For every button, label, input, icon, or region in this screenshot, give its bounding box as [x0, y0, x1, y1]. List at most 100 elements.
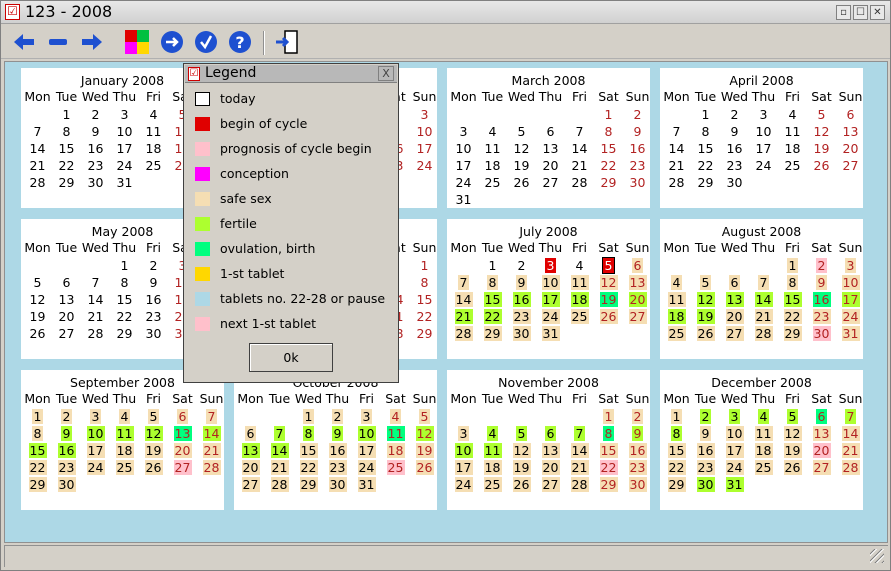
day-cell[interactable]: 11 [115, 426, 134, 441]
day-cell[interactable]: 7 [845, 409, 856, 424]
day-cell[interactable]: 20 [541, 460, 560, 475]
day-cell[interactable]: 16 [328, 443, 347, 458]
day-cell[interactable]: 20 [842, 141, 860, 156]
day-cell[interactable]: 24 [841, 309, 860, 324]
day-cell[interactable]: 8 [32, 426, 43, 441]
day-cell[interactable]: 31 [357, 477, 376, 492]
day-cell[interactable]: 12 [696, 292, 715, 307]
day-cell[interactable]: 18 [483, 460, 502, 475]
day-cell[interactable]: 8 [603, 426, 614, 441]
day-cell[interactable]: 24 [416, 158, 434, 173]
day-cell[interactable]: 10 [416, 124, 434, 139]
day-cell[interactable]: 23 [812, 309, 831, 324]
day-cell[interactable]: 10 [725, 426, 744, 441]
day-cell[interactable]: 24 [541, 309, 560, 324]
day-cell[interactable]: 22 [116, 309, 134, 324]
day-cell[interactable]: 19 [415, 443, 434, 458]
day-cell[interactable]: 14 [571, 141, 589, 156]
day-cell[interactable]: 16 [629, 141, 647, 156]
day-cell[interactable]: 17 [86, 443, 105, 458]
day-cell[interactable]: 16 [696, 443, 715, 458]
resize-grip-icon[interactable] [870, 549, 884, 563]
day-cell[interactable]: 17 [841, 292, 860, 307]
day-cell[interactable]: 14 [841, 426, 860, 441]
check-circle-icon[interactable] [193, 29, 219, 55]
day-cell[interactable]: 28 [270, 477, 289, 492]
day-cell[interactable]: 22 [28, 460, 47, 475]
day-cell[interactable]: 1 [700, 107, 711, 122]
day-cell[interactable]: 16 [628, 443, 647, 458]
day-cell[interactable]: 31 [455, 192, 473, 207]
day-cell[interactable]: 4 [671, 275, 682, 290]
day-cell[interactable]: 3 [458, 124, 469, 139]
day-cell[interactable]: 10 [86, 426, 105, 441]
day-cell[interactable]: 30 [812, 326, 831, 341]
day-cell[interactable]: 28 [202, 460, 221, 475]
day-cell[interactable]: 3 [458, 426, 469, 441]
day-cell[interactable]: 7 [758, 275, 769, 290]
day-cell[interactable]: 16 [57, 443, 76, 458]
day-cell[interactable]: 11 [145, 124, 163, 139]
day-cell[interactable]: 22 [667, 460, 686, 475]
day-cell[interactable]: 16 [87, 141, 105, 156]
day-cell[interactable]: 30 [628, 477, 647, 492]
day-cell[interactable]: 15 [28, 443, 47, 458]
day-cell[interactable]: 11 [386, 426, 405, 441]
day-cell[interactable]: 26 [813, 158, 831, 173]
day-cell[interactable]: 11 [570, 275, 589, 290]
day-cell[interactable]: 14 [87, 292, 105, 307]
day-cell[interactable]: 17 [357, 443, 376, 458]
day-cell[interactable]: 9 [90, 124, 101, 139]
day-cell[interactable]: 14 [202, 426, 221, 441]
day-cell[interactable]: 15 [416, 292, 434, 307]
day-cell[interactable]: 5 [787, 409, 798, 424]
day-cell[interactable]: 14 [29, 141, 47, 156]
day-cell[interactable]: 25 [483, 477, 502, 492]
day-cell[interactable]: 29 [28, 477, 47, 492]
day-cell[interactable]: 4 [390, 409, 401, 424]
title-bar[interactable]: ☑ 123 - 2008 ▫ ☐ ✕ [1, 1, 890, 24]
day-cell[interactable]: 8 [61, 124, 72, 139]
day-cell[interactable]: 4 [119, 409, 130, 424]
day-cell[interactable]: 16 [145, 292, 163, 307]
day-cell[interactable]: 15 [299, 443, 318, 458]
day-cell[interactable]: 26 [696, 326, 715, 341]
day-cell[interactable]: 24 [454, 477, 473, 492]
day-cell[interactable]: 13 [725, 292, 744, 307]
home-icon[interactable] [45, 29, 71, 55]
day-cell[interactable]: 3 [361, 409, 372, 424]
day-cell[interactable]: 21 [571, 158, 589, 173]
day-cell[interactable]: 2 [729, 107, 740, 122]
day-cell[interactable]: 15 [697, 141, 715, 156]
day-cell[interactable]: 25 [145, 158, 163, 173]
day-cell[interactable]: 20 [628, 292, 647, 307]
day-cell[interactable]: 31 [725, 477, 744, 492]
day-cell[interactable]: 1 [671, 409, 682, 424]
day-cell[interactable]: 12 [29, 292, 47, 307]
day-cell[interactable]: 19 [29, 309, 47, 324]
day-cell[interactable]: 9 [516, 275, 527, 290]
day-cell[interactable]: 4 [574, 258, 585, 273]
maximize-icon[interactable]: ☐ [853, 5, 868, 20]
day-cell[interactable]: 6 [545, 426, 556, 441]
day-cell[interactable]: 26 [512, 477, 531, 492]
day-cell[interactable]: 27 [812, 460, 831, 475]
day-cell[interactable]: 22 [783, 309, 802, 324]
day-cell[interactable]: 2 [61, 409, 72, 424]
day-cell[interactable]: 8 [700, 124, 711, 139]
day-cell[interactable]: 25 [754, 460, 773, 475]
day-cell[interactable]: 10 [755, 124, 773, 139]
day-cell[interactable]: 27 [628, 309, 647, 324]
day-cell[interactable]: 9 [61, 426, 72, 441]
forward-arrow-icon[interactable] [79, 29, 105, 55]
day-cell[interactable]: 6 [245, 426, 256, 441]
day-cell[interactable]: 3 [545, 258, 556, 273]
day-cell[interactable]: 17 [455, 158, 473, 173]
day-cell[interactable]: 20 [812, 443, 831, 458]
day-cell[interactable]: 8 [671, 426, 682, 441]
day-cell[interactable]: 5 [419, 409, 430, 424]
day-cell[interactable]: 18 [386, 443, 405, 458]
day-cell[interactable]: 20 [542, 158, 560, 173]
day-cell[interactable]: 13 [628, 275, 647, 290]
day-cell[interactable]: 2 [632, 107, 643, 122]
